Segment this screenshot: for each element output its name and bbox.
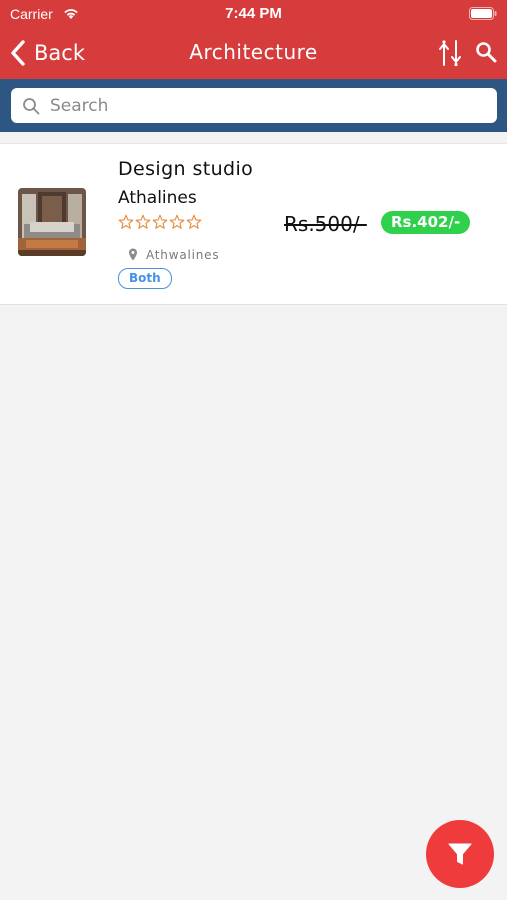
star-outline-icon [186, 214, 202, 229]
listing-thumbnail [18, 188, 86, 256]
listing-location: Athwalines [146, 248, 220, 262]
rating-stars [118, 214, 202, 230]
star-outline-icon [152, 214, 168, 229]
search-icon [23, 97, 40, 114]
star-outline-icon [118, 214, 134, 229]
listing-card[interactable]: Design studio Athalines Rs.500/- Rs.402/… [0, 143, 507, 305]
status-time: 7:44 PM [225, 5, 282, 22]
star-outline-icon [169, 214, 185, 229]
listing-title: Design studio [118, 158, 254, 180]
sort-arrows-icon[interactable] [437, 39, 463, 67]
service-type-badge: Both [118, 268, 172, 289]
app-header: Carrier 7:44 PM Back Architecture [0, 0, 507, 79]
search-field[interactable] [11, 88, 497, 123]
search-icon[interactable] [475, 41, 497, 63]
original-price: Rs.500/- [284, 212, 367, 236]
star-outline-icon [135, 214, 151, 229]
filter-icon [448, 843, 472, 865]
discounted-price-badge: Rs.402/- [381, 211, 471, 234]
battery-icon [469, 7, 497, 20]
page-title: Architecture [189, 40, 318, 64]
status-bar: Carrier 7:44 PM [0, 0, 507, 28]
search-bar [0, 79, 507, 132]
location-pin-icon [129, 248, 137, 261]
nav-bar: Back Architecture [0, 28, 507, 79]
listing-subtitle: Athalines [118, 188, 197, 208]
search-input[interactable] [48, 94, 472, 117]
filter-button[interactable] [426, 820, 494, 888]
